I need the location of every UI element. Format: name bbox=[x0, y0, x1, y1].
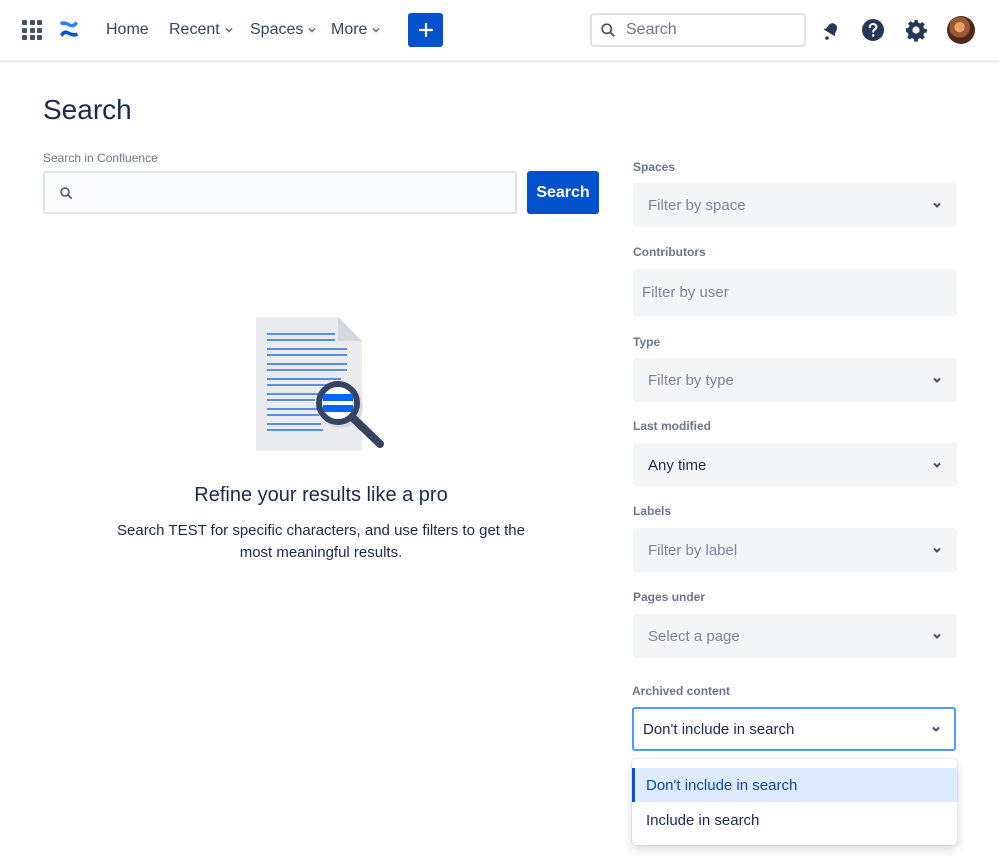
chevron-down-icon bbox=[225, 27, 233, 33]
create-button[interactable] bbox=[408, 13, 443, 47]
chevron-down-icon bbox=[372, 27, 381, 33]
filter-pages-under-value: Select a page bbox=[648, 627, 740, 645]
search-field-label: Search in Confluence bbox=[43, 151, 158, 165]
search-icon bbox=[601, 23, 615, 37]
nav-home[interactable]: Home bbox=[106, 21, 149, 39]
settings-icon[interactable] bbox=[903, 17, 929, 43]
filter-labels-select[interactable]: Filter by label bbox=[633, 528, 957, 572]
nav-spaces-label: Spaces bbox=[250, 21, 304, 38]
filter-last-modified-value: Any time bbox=[648, 456, 707, 474]
nav-recent[interactable]: Recent bbox=[169, 21, 234, 39]
filter-last-modified-label: Last modified bbox=[633, 419, 712, 433]
document-search-illustration bbox=[256, 317, 384, 451]
chevron-down-icon bbox=[933, 377, 941, 383]
app-switcher-icon[interactable] bbox=[22, 20, 42, 40]
confluence-logo[interactable] bbox=[57, 17, 81, 41]
page-title: Search bbox=[43, 94, 132, 125]
nav-more-label: More bbox=[331, 21, 368, 38]
help-icon[interactable] bbox=[860, 17, 886, 43]
filter-archived-select[interactable]: Don't include in search bbox=[632, 707, 956, 751]
chevron-down-icon bbox=[933, 547, 941, 553]
chevron-down-icon bbox=[933, 633, 941, 639]
filter-pages-under-select[interactable]: Select a page bbox=[633, 614, 957, 658]
filter-contributors-value: Filter by user bbox=[642, 284, 729, 301]
filter-last-modified-select[interactable]: Any time bbox=[633, 443, 957, 487]
filter-contributors-label: Contributors bbox=[633, 245, 706, 259]
notifications-icon[interactable] bbox=[817, 17, 843, 43]
chevron-down-icon bbox=[933, 202, 941, 208]
avatar[interactable] bbox=[947, 16, 975, 44]
top-navigation: Home Recent Spaces More Search bbox=[0, 0, 999, 61]
filter-labels-value: Filter by label bbox=[648, 541, 738, 559]
archived-options-menu: Don't include in search Include in searc… bbox=[632, 759, 957, 845]
filter-labels-label: Labels bbox=[633, 504, 672, 518]
nav-more[interactable]: More bbox=[331, 21, 381, 39]
filter-archived-value: Don't include in search bbox=[643, 720, 795, 738]
filter-spaces-select[interactable]: Filter by space bbox=[633, 183, 957, 227]
chevron-down-icon bbox=[932, 726, 940, 732]
nav-recent-label: Recent bbox=[169, 21, 220, 38]
filter-contributors-input[interactable]: Filter by user bbox=[633, 269, 957, 316]
filter-type-label: Type bbox=[633, 335, 661, 349]
filter-archived-label: Archived content bbox=[632, 684, 731, 698]
search-input[interactable] bbox=[43, 171, 517, 214]
empty-state-description: Search TEST for specific characters, and… bbox=[117, 522, 525, 561]
filter-spaces-label: Spaces bbox=[633, 160, 676, 174]
search-button[interactable]: Search bbox=[527, 171, 599, 214]
nav-spaces[interactable]: Spaces bbox=[250, 21, 317, 39]
chevron-down-icon bbox=[933, 462, 941, 468]
plus-icon bbox=[418, 22, 433, 38]
empty-state-title: Refine your results like a pro bbox=[194, 484, 448, 506]
nav-home-label: Home bbox=[106, 21, 149, 38]
filter-type-select[interactable]: Filter by type bbox=[633, 358, 957, 402]
filter-spaces-value: Filter by space bbox=[648, 196, 746, 214]
chevron-down-icon bbox=[308, 27, 316, 33]
global-search-placeholder: Search bbox=[626, 21, 677, 38]
filter-type-value: Filter by type bbox=[648, 371, 734, 389]
global-search-input[interactable]: Search bbox=[590, 13, 806, 47]
search-icon bbox=[60, 186, 72, 199]
option-dont-include[interactable]: Don't include in search bbox=[632, 768, 957, 802]
filter-pages-under-label: Pages under bbox=[633, 590, 706, 604]
option-include[interactable]: Include in search bbox=[632, 803, 957, 837]
